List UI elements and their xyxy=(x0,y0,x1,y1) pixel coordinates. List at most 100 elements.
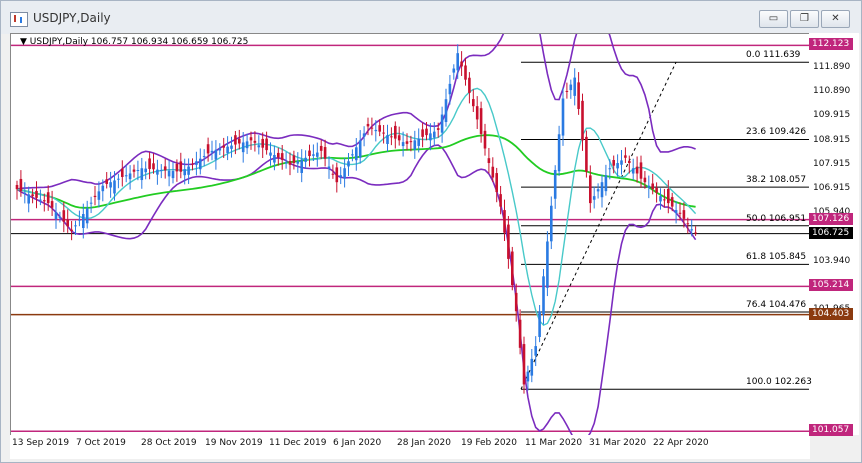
candle-body xyxy=(659,196,662,202)
close-button[interactable]: ✕ xyxy=(821,10,850,28)
candle-body xyxy=(514,292,518,312)
candle-body xyxy=(448,83,452,95)
candle-body xyxy=(631,168,635,174)
candle-body xyxy=(300,159,303,173)
price-tag-label: 104.403 xyxy=(809,307,853,320)
candle-body xyxy=(581,100,584,141)
fibonacci-level-label: 100.0 102.263 xyxy=(746,377,812,388)
price-axis-label: 111.890 xyxy=(813,62,851,72)
fibonacci-level-label: 50.0 106.951 xyxy=(746,213,807,224)
candle-body xyxy=(674,210,678,214)
candle-body xyxy=(366,123,370,127)
chart-plot-area[interactable] xyxy=(10,33,810,436)
candle-body xyxy=(347,161,350,167)
title-bar[interactable]: USDJPY,Daily ▭ ❐ ✕ xyxy=(1,1,861,34)
candle-body xyxy=(319,145,323,151)
time-axis-label: 13 Sep 2019 xyxy=(12,438,70,448)
candle-body xyxy=(54,212,58,219)
candle-body xyxy=(183,169,186,176)
price-axis-label: 107.915 xyxy=(813,158,851,169)
candle-body xyxy=(378,125,381,132)
restore-button[interactable]: ❐ xyxy=(790,10,819,28)
candle-body xyxy=(604,175,608,192)
candle-body xyxy=(440,114,444,133)
candle-body xyxy=(230,145,233,149)
candle-body xyxy=(273,154,276,163)
candle-body xyxy=(74,225,77,227)
candle-body xyxy=(152,163,155,170)
candle-body xyxy=(43,200,46,202)
candle-body xyxy=(160,169,163,171)
fibonacci-level-label: 76.4 104.476 xyxy=(746,300,807,311)
candle-body xyxy=(511,251,514,286)
candle-body xyxy=(35,190,38,198)
candle-body xyxy=(187,166,190,175)
candle-body xyxy=(85,208,89,224)
candle-body xyxy=(226,146,229,153)
symbol-info: ▼ USDJPY,Daily 106.757 106.934 106.659 1… xyxy=(20,37,248,47)
candle-body xyxy=(472,99,475,107)
candle-body xyxy=(643,177,647,183)
candle-body xyxy=(206,144,210,154)
candle-body xyxy=(23,192,27,194)
candle-body xyxy=(191,163,194,165)
candle-body xyxy=(557,134,561,172)
price-axis-label: 109.915 xyxy=(813,110,851,121)
candle-body xyxy=(175,163,179,172)
candle-body xyxy=(429,133,432,141)
collapse-marker-icon[interactable]: ▼ xyxy=(20,37,27,47)
candle-body xyxy=(93,195,97,198)
candle-body xyxy=(405,141,409,144)
candle-body xyxy=(561,98,565,136)
candle-body xyxy=(585,136,588,172)
candle-body xyxy=(210,150,214,153)
candle-body xyxy=(624,155,627,158)
candle-body xyxy=(335,167,339,183)
minimize-button[interactable]: ▭ xyxy=(759,10,788,28)
candle-body xyxy=(678,212,682,214)
candle-body xyxy=(647,185,651,188)
candle-body xyxy=(269,152,272,156)
candle-body xyxy=(499,194,502,207)
time-axis-label: 19 Feb 2020 xyxy=(461,438,518,448)
candle-body xyxy=(66,219,69,227)
candle-body xyxy=(635,166,639,174)
candle-body xyxy=(483,130,487,149)
candle-body xyxy=(577,82,580,109)
candle-body xyxy=(651,183,654,190)
candle-body xyxy=(105,179,108,184)
candle-body xyxy=(600,182,604,198)
candle-body xyxy=(522,344,526,385)
candle-body xyxy=(249,137,253,141)
candle-body xyxy=(553,169,557,199)
candle-body xyxy=(495,173,498,193)
candle-body xyxy=(370,127,374,129)
candle-body xyxy=(62,210,66,222)
candle-body xyxy=(167,170,171,177)
chart-window-icon xyxy=(10,12,28,27)
candle-body xyxy=(148,158,151,169)
candle-body xyxy=(530,358,534,376)
price-chart[interactable] xyxy=(11,34,809,435)
candle-body xyxy=(323,147,327,159)
candle-body xyxy=(542,276,545,315)
candle-body xyxy=(339,175,342,177)
candle-body xyxy=(608,168,612,170)
candle-body xyxy=(460,61,463,67)
candle-body xyxy=(444,99,448,123)
candle-body xyxy=(46,192,50,204)
candle-body xyxy=(464,65,467,80)
candle-body xyxy=(394,125,397,139)
candle-body xyxy=(331,173,335,175)
candle-body xyxy=(534,346,537,356)
candle-body xyxy=(132,169,136,172)
candle-body xyxy=(667,188,670,204)
candle-body xyxy=(117,178,120,180)
candle-body xyxy=(565,90,569,92)
candle-body xyxy=(19,178,23,191)
window-title: USDJPY,Daily xyxy=(33,11,111,25)
fibonacci-level-label: 38.2 108.057 xyxy=(746,175,807,186)
candle-body xyxy=(436,128,440,130)
candle-body xyxy=(202,156,206,158)
time-axis-label: 19 Nov 2019 xyxy=(205,438,263,448)
